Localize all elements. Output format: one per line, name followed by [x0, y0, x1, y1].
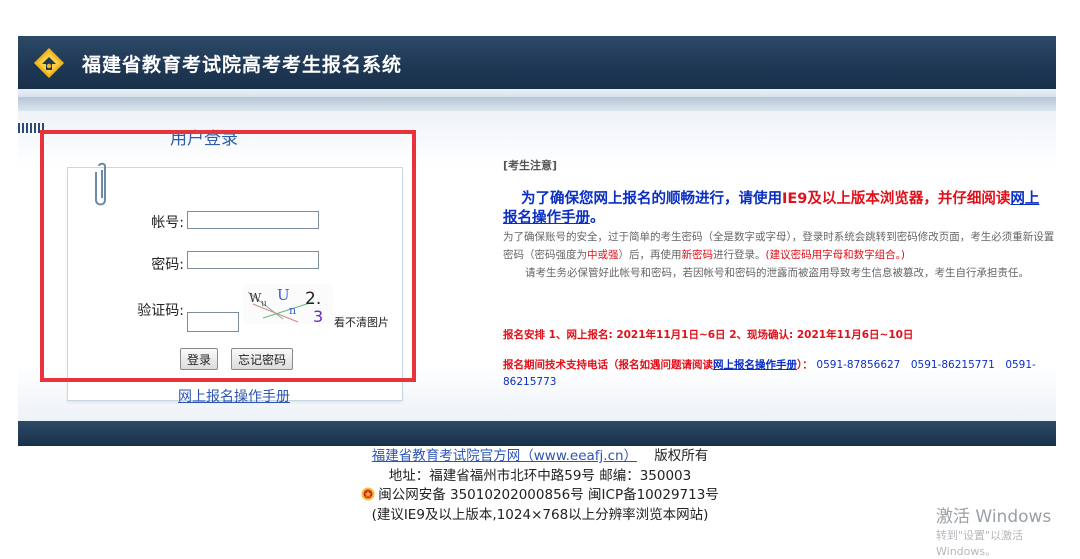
header-subbar: [18, 89, 1056, 97]
notice-paragraph-2: 请考生务必保管好此帐号和密码，若因帐号和密码的泄露而被盗用导致考生信息被篡改，考…: [525, 267, 1029, 279]
notice-lead: 为了确保您网上报名的顺畅进行，请使用IE9及以上版本浏览器，并仔细阅读网上报名操…: [503, 190, 1053, 228]
svg-text:U: U: [277, 286, 290, 304]
notice-p1-suggestion: (建议密码用字母和数字组合。): [765, 249, 905, 261]
captcha-image[interactable]: W u U n 2. 3: [243, 284, 333, 324]
paperclip-icon: [95, 162, 106, 206]
system-title: 福建省教育考试院高考考生报名系统: [82, 54, 403, 76]
manual-link[interactable]: 网上报名操作手册: [178, 386, 290, 406]
captcha-label: 验证码:: [137, 303, 184, 319]
notice-lead-text: 为了确保您网上报名的顺畅进行，请使用: [521, 191, 782, 207]
bottom-bar: [18, 421, 1056, 446]
logo-icon: [34, 48, 64, 78]
svg-text:n: n: [289, 304, 296, 317]
password-input[interactable]: [187, 251, 319, 269]
footer-police-line: 闽公网安备 35010202000856号 闽ICP备10029713号: [0, 486, 1080, 506]
account-label: 帐号:: [151, 215, 184, 231]
login-button[interactable]: 登录: [180, 348, 219, 370]
header-bar: 福建省教育考试院高考考生报名系统: [18, 36, 1056, 89]
support-info: 报名期间技术支持电话（报名如遇问题请阅读网上报名操作手册）： 0591-8785…: [503, 357, 1053, 391]
notice-lead-text-2: ，并仔细阅读: [923, 191, 1011, 207]
police-badge-icon: [361, 487, 375, 501]
svg-text:u: u: [261, 299, 267, 309]
footer: 福建省教育考试院官方网（www.eeafj.cn） 版权所有 地址：福建省福州市…: [0, 447, 1080, 525]
copyright-text: 版权所有: [654, 448, 709, 464]
notice-body: 为了确保账号的安全，过于简单的考生密码（全是数字或字母），登录时系统会跳转到密码…: [503, 228, 1055, 282]
notice-p1-strength: 中或强: [587, 249, 619, 261]
notice-heading: [考生注意]: [503, 159, 558, 172]
browser-requirement: IE9及以上版本浏览器: [782, 191, 924, 207]
windows-watermark: 激活 Windows: [936, 507, 1052, 527]
notice-lead-end: 。: [590, 210, 605, 226]
official-site-link[interactable]: 福建省教育考试院官方网（www.eeafj.cn）: [372, 448, 637, 464]
police-registration: 闽公网安备 35010202000856号 闽ICP备10029713号: [378, 487, 719, 503]
notice-p1-b: ）后，再使用: [618, 249, 682, 261]
svg-text:2.: 2.: [305, 289, 321, 309]
support-label-end: ）：: [797, 359, 813, 371]
account-input[interactable]: [187, 211, 319, 229]
decorative-stripe: [18, 123, 44, 133]
forgot-password-button[interactable]: 忘记密码: [231, 348, 294, 370]
windows-watermark-sub: 转到"设置"以激活 Windows。: [936, 529, 1024, 558]
login-title: 用户登录: [170, 129, 238, 149]
refresh-captcha-link[interactable]: 看不清图片: [334, 314, 389, 330]
footer-address: 地址：福建省福州市北环中路59号 邮编：350003: [388, 467, 692, 484]
header-subbar-gradient: [18, 97, 1056, 111]
notice-p1-c: 进行登录。: [713, 249, 766, 261]
support-label: 报名期间技术支持电话（报名如遇问题请阅读: [503, 359, 713, 371]
support-manual-link[interactable]: 网上报名操作手册: [713, 359, 797, 371]
schedule-text: 报名安排 1、网上报名: 2021年11月1日~6日 2、现场确认: 2021年…: [503, 329, 914, 341]
password-label: 密码:: [151, 257, 184, 273]
notice-paragraph-1: 为了确保账号的安全，过于简单的考生密码（全是数字或字母），登录时系统会跳转到密码…: [503, 228, 1055, 264]
footer-line-1: 福建省教育考试院官方网（www.eeafj.cn） 版权所有: [0, 447, 1080, 467]
captcha-input[interactable]: [187, 312, 239, 332]
footer-browser-hint: (建议IE9及以上版本,1024×768以上分辨率浏览本网站): [371, 506, 709, 523]
svg-text:3: 3: [313, 307, 323, 324]
notice-p1-newpass: 新密码: [681, 249, 714, 261]
